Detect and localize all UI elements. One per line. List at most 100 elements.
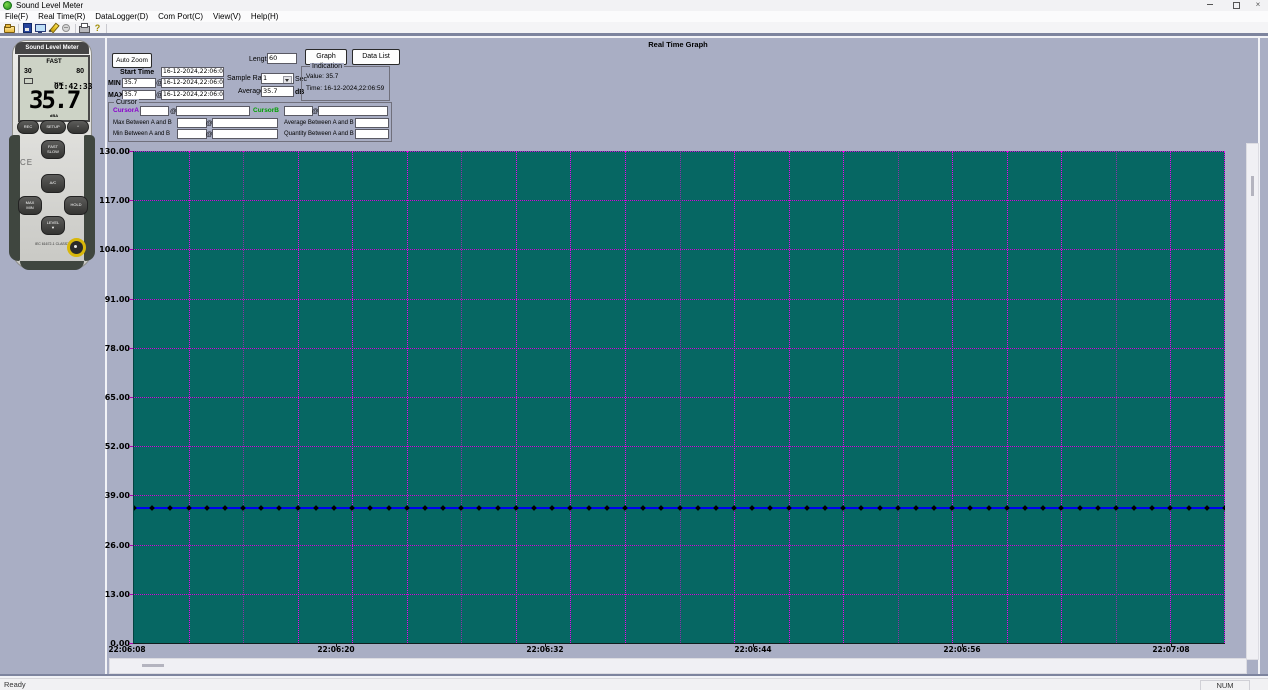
menu-item-help[interactable]: Help(H): [251, 11, 279, 22]
v-gridline: [843, 151, 844, 643]
about-help-icon[interactable]: ?: [92, 23, 103, 33]
x-axis-tick: [545, 644, 546, 647]
vertical-scrollbar-thumb[interactable]: [1251, 176, 1254, 196]
y-axis-label: 52.00: [90, 442, 130, 451]
qty-ab-value-field[interactable]: [355, 129, 389, 139]
status-text: Ready: [4, 680, 26, 689]
save-icon[interactable]: [22, 23, 33, 33]
device-light-key: *: [67, 120, 89, 134]
minimize-button[interactable]: [1200, 0, 1220, 11]
v-gridline: [680, 151, 681, 643]
sample-rate-combo[interactable]: 1: [261, 73, 294, 84]
min-time-field[interactable]: 16-12-2024,22:06:08: [161, 78, 224, 88]
max-time-field[interactable]: 16-12-2024,22:06:08: [161, 90, 224, 100]
graph-title: Real Time Graph: [578, 40, 778, 49]
auto-zoom-button[interactable]: Auto Zoom: [112, 53, 152, 68]
close-button[interactable]: ×: [1248, 0, 1268, 11]
horizontal-scrollbar-thumb[interactable]: [142, 664, 164, 667]
open-file-icon[interactable]: [4, 23, 15, 33]
cursor-title: Cursor: [114, 99, 139, 106]
y-axis-label: 13.00: [90, 590, 130, 599]
plot-area[interactable]: [133, 151, 1225, 644]
y-axis-label: 65.00: [90, 393, 130, 402]
v-gridline: [570, 151, 571, 643]
v-gridline: [1061, 151, 1062, 643]
menu-item-view[interactable]: View(V): [213, 11, 241, 22]
max-ab-value-field[interactable]: [177, 118, 207, 128]
v-gridline: [789, 151, 790, 643]
indication-value: 35.7: [326, 73, 339, 80]
device-ac-key: A/C: [41, 174, 65, 193]
y-axis-label: 26.00: [90, 541, 130, 550]
length-field[interactable]: 60: [267, 53, 297, 64]
x-axis-label: 22:06:08: [108, 645, 145, 654]
lcd-battery-icon: [24, 78, 33, 84]
indication-time: 16-12-2024,22:06:59: [324, 85, 384, 92]
start-time-label: Start Time: [120, 69, 154, 76]
cursor-b-time-field[interactable]: [318, 106, 388, 116]
data-list-button[interactable]: Data List: [352, 49, 400, 65]
device-setup-key: SETUP: [40, 120, 66, 134]
v-gridline: [952, 151, 953, 643]
combo-dropdown-icon[interactable]: [283, 76, 292, 84]
toolbar-separator: [106, 24, 107, 33]
disconnect-icon[interactable]: [61, 23, 72, 33]
v-gridline: [1116, 151, 1117, 643]
y-axis-label: 78.00: [90, 344, 130, 353]
v-gridline: [243, 151, 244, 643]
device-rec-key: REC: [17, 120, 39, 134]
cursor-b-label: CursorB: [253, 107, 279, 114]
setup-icon[interactable]: [48, 23, 59, 33]
v-gridline: [298, 151, 299, 643]
cursor-a-value-field[interactable]: [140, 106, 169, 116]
edge-left-light: [105, 38, 107, 675]
avg-ab-value-field[interactable]: [355, 118, 389, 128]
indication-value-line: Value: 35.7: [306, 73, 338, 80]
indication-time-line: Time: 16-12-2024,22:06:59: [306, 85, 384, 92]
device-maxmin-key: MAX MIN: [18, 196, 42, 215]
menu-item-real-time[interactable]: Real Time(R): [38, 11, 85, 22]
title-bar: Sound Level Meter ×: [0, 0, 1268, 11]
qty-ab-label: Quantity Between A and B: [284, 131, 354, 137]
app-window: Sound Level Meter × File(F) Real Time(R) D…: [0, 0, 1268, 690]
device-photo: Sound Level Meter FAST 30 80 01:42:33TIM…: [10, 40, 94, 272]
average-field[interactable]: 35.7: [261, 86, 294, 97]
cursor-b-value-field[interactable]: [284, 106, 313, 116]
vertical-scrollbar[interactable]: [1246, 143, 1259, 660]
cursor-a-label: CursorA: [113, 107, 139, 114]
min-value-field[interactable]: 35.7: [122, 78, 156, 88]
datalogger-monitor-icon[interactable]: [35, 23, 46, 33]
y-axis-label: 130.00: [90, 147, 130, 156]
start-time-field[interactable]: 16-12-2024,22:06:08: [161, 67, 224, 77]
num-lock-indicator: NUM: [1200, 680, 1250, 690]
data-point-marker: [1222, 505, 1225, 511]
restore-button[interactable]: [1226, 0, 1246, 11]
x-axis-tick: [962, 644, 963, 647]
horizontal-scrollbar[interactable]: [109, 658, 1247, 674]
lcd-value: 35.7: [19, 88, 88, 112]
indication-title: Indication: [310, 63, 344, 70]
cursor-a-time-field[interactable]: [176, 106, 250, 116]
menu-item-datalogger[interactable]: DataLogger(D): [95, 11, 148, 22]
v-gridline: [352, 151, 353, 643]
print-icon[interactable]: [79, 23, 90, 33]
cursor-group: Cursor CursorA @ CursorB @ Max Between A…: [108, 102, 392, 142]
min-ab-value-field[interactable]: [177, 129, 207, 139]
max-ab-time-field[interactable]: [212, 118, 278, 128]
v-gridline: [516, 151, 517, 643]
status-bar: Ready NUM: [0, 678, 1268, 690]
avg-ab-label: Average Between A and B: [284, 120, 354, 126]
y-axis-label: 104.00: [90, 245, 130, 254]
indication-group: Indication Value: 35.7 Time: 16-12-2024,…: [301, 66, 390, 101]
window-title: Sound Level Meter: [16, 0, 83, 11]
app-icon: [3, 1, 12, 10]
min-ab-time-field[interactable]: [212, 129, 278, 139]
menu-bar: File(F) Real Time(R) DataLogger(D) Com Port…: [0, 11, 1268, 22]
v-gridline: [1170, 151, 1171, 643]
toolbar-separator: [18, 24, 19, 33]
device-lcd: FAST 30 80 01:42:33TIME 35.7 dBA: [18, 55, 90, 122]
menu-item-file[interactable]: File(F): [5, 11, 28, 22]
menu-item-com-port[interactable]: Com Port(C): [158, 11, 203, 22]
y-axis-label: 39.00: [90, 491, 130, 500]
max-ab-label: Max Between A and B: [113, 120, 172, 126]
